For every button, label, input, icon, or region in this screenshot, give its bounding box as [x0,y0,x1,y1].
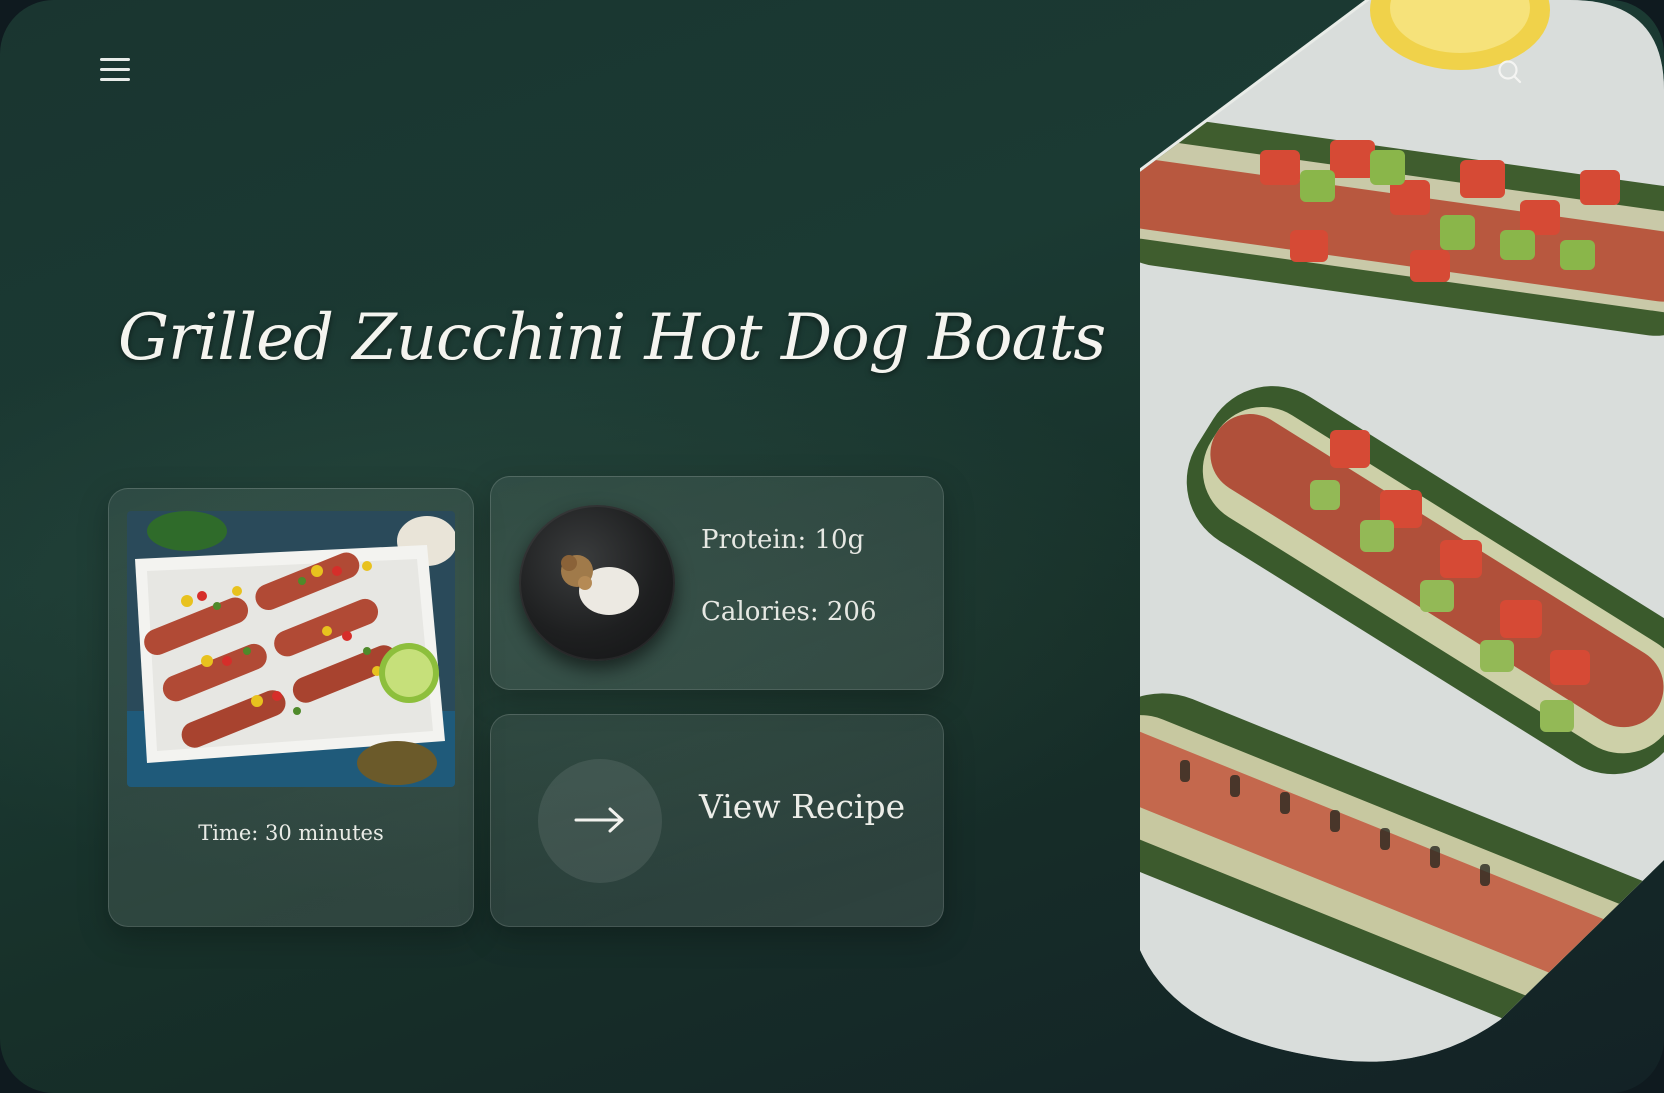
recipe-title: Grilled Zucchini Hot Dog Boats [118,301,1106,375]
calories-label: Calories: 206 [701,597,877,627]
recipe-thumbnail-image [127,511,455,787]
hero-food-image [1138,0,1664,1093]
protein-label: Protein: 10g [701,525,865,555]
time-card: Time: 30 minutes [108,488,474,927]
app-frame: Grilled Zucchini Hot Dog Boats Time: 30 … [0,0,1664,1093]
nutrition-card: Protein: 10g Calories: 206 [490,476,944,690]
arrow-right-button[interactable] [538,759,662,883]
hamburger-menu-icon[interactable] [100,56,132,82]
view-recipe-label: View Recipe [699,787,906,826]
arrow-right-icon [574,807,624,833]
view-recipe-button[interactable]: View Recipe [490,714,944,927]
plate-image [519,505,675,661]
search-icon[interactable] [1496,58,1526,88]
time-label: Time: 30 minutes [198,821,384,845]
